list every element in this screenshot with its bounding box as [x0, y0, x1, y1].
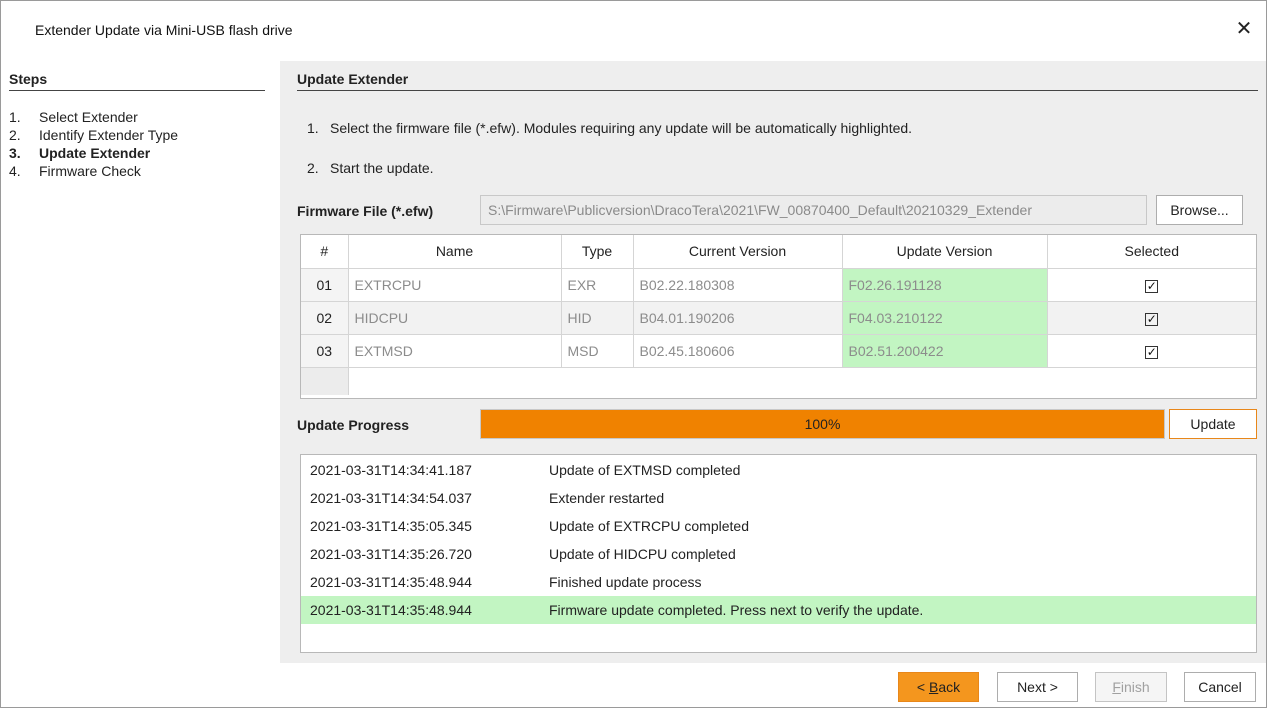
window-title: Extender Update via Mini-USB flash drive: [35, 22, 293, 38]
selected-checkbox[interactable]: ✓: [1145, 279, 1159, 293]
browse-button[interactable]: Browse...: [1156, 195, 1243, 225]
section-title: Update Extender: [297, 71, 409, 87]
steps-heading: Steps: [9, 71, 48, 87]
current-version: B02.45.180606: [633, 334, 843, 368]
step-firmware-check: 4. Firmware Check: [9, 163, 141, 179]
module-type: MSD: [561, 334, 634, 368]
table-row[interactable]: 03 EXTMSD MSD B02.45.180606 B02.51.20042…: [301, 334, 1256, 368]
column-header-current-version[interactable]: Current Version: [633, 235, 843, 269]
step-update-extender: 3. Update Extender: [9, 145, 151, 161]
firmware-file-label: Firmware File (*.efw): [297, 203, 434, 219]
column-header-selected[interactable]: Selected: [1047, 235, 1256, 269]
column-header-update-version[interactable]: Update Version: [842, 235, 1048, 269]
update-version: F02.26.191128: [842, 268, 1048, 302]
current-version: B04.01.190206: [633, 301, 843, 335]
instruction-2: 2. Start the update.: [307, 160, 434, 176]
column-header-index[interactable]: #: [301, 235, 349, 269]
log-entry: 2021-03-31T14:35:05.345 Update of EXTRCPU…: [310, 518, 749, 534]
row-index: 03: [301, 334, 349, 368]
finish-button[interactable]: Finish: [1095, 672, 1167, 702]
update-log[interactable]: 2021-03-31T14:34:41.187 Update of EXTMSD …: [300, 454, 1257, 653]
step-identify-extender-type: 2. Identify Extender Type: [9, 127, 179, 143]
update-version: B02.51.200422: [842, 334, 1048, 368]
row-index: 02: [301, 301, 349, 335]
back-button[interactable]: < Back: [898, 672, 979, 702]
main-panel: Update Extender 1. Select the firmware fi…: [280, 61, 1266, 663]
column-header-name[interactable]: Name: [348, 235, 562, 269]
update-progress-label: Update Progress: [297, 417, 410, 433]
next-button[interactable]: Next >: [997, 672, 1078, 702]
close-icon[interactable]: ✕: [1230, 15, 1258, 43]
cancel-button[interactable]: Cancel: [1184, 672, 1256, 702]
module-name: EXTRCPU: [348, 268, 562, 302]
steps-divider: [9, 90, 265, 91]
dialog-footer: < Back Next > Finish Cancel: [1, 663, 1266, 707]
steps-list: 1. Select Extender 2. Identify Extender Ty…: [9, 108, 178, 180]
log-entry: 2021-03-31T14:34:54.037 Extender restarte…: [310, 490, 665, 506]
log-entry: 2021-03-31T14:34:41.187 Update of EXTMSD …: [310, 462, 741, 478]
progress-percent: 100%: [804, 416, 841, 432]
table-header-row: # Name Type Current Version Update Versi…: [301, 235, 1256, 269]
table-empty-row: [301, 367, 1256, 395]
modules-table: # Name Type Current Version Update Versi…: [300, 234, 1257, 399]
table-row[interactable]: 01 EXTRCPU EXR B02.22.180308 F02.26.1911…: [301, 268, 1256, 302]
steps-panel: Steps 1. Select Extender 2. Identify Exten…: [1, 61, 280, 663]
section-divider: [297, 90, 1258, 91]
log-entry: 2021-03-31T14:35:26.720 Update of HIDCPU …: [310, 546, 736, 562]
update-dialog: Extender Update via Mini-USB flash drive…: [0, 0, 1267, 708]
selected-checkbox[interactable]: ✓: [1145, 312, 1159, 326]
module-type: HID: [561, 301, 634, 335]
step-select-extender: 1. Select Extender: [9, 109, 138, 125]
update-progress-bar: 100%: [480, 409, 1165, 439]
selected-checkbox[interactable]: ✓: [1145, 345, 1159, 359]
log-entry-highlighted: 2021-03-31T14:35:48.944 Firmware update c…: [301, 596, 1256, 624]
table-row[interactable]: 02 HIDCPU HID B04.01.190206 F04.03.21012…: [301, 301, 1256, 335]
log-entry: 2021-03-31T14:35:48.944 Finished update p…: [310, 574, 702, 590]
update-button[interactable]: Update: [1169, 409, 1257, 439]
column-header-type[interactable]: Type: [561, 235, 634, 269]
instruction-1: 1. Select the firmware file (*.efw). Modu…: [307, 120, 913, 136]
module-type: EXR: [561, 268, 634, 302]
title-bar: Extender Update via Mini-USB flash drive…: [1, 1, 1266, 61]
current-version: B02.22.180308: [633, 268, 843, 302]
module-name: EXTMSD: [348, 334, 562, 368]
update-version: F04.03.210122: [842, 301, 1048, 335]
module-name: HIDCPU: [348, 301, 562, 335]
row-index: 01: [301, 268, 349, 302]
firmware-path-field[interactable]: S:\Firmware\Publicversion\DracoTera\2021…: [480, 195, 1147, 225]
